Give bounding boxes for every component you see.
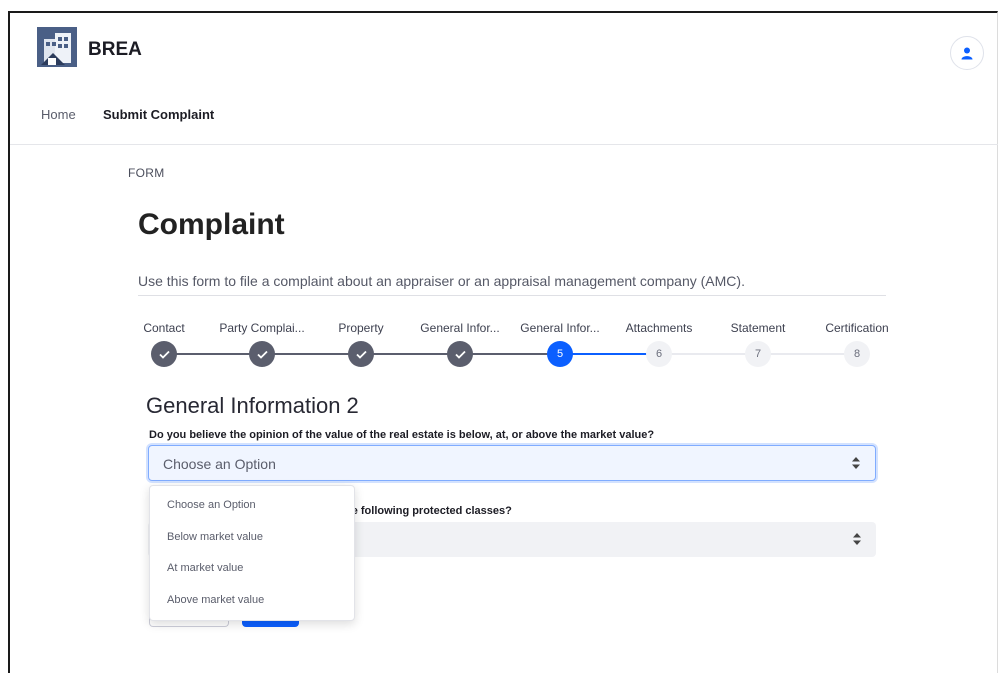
check-icon: [256, 350, 268, 359]
step-8-pending[interactable]: 8: [844, 341, 870, 367]
market-value-select[interactable]: Choose an Option: [148, 445, 876, 481]
nav-submit-complaint-link[interactable]: Submit Complaint: [103, 107, 214, 122]
progress-stepper: Contact Party Complai... Property Genera…: [10, 313, 1000, 383]
stepper-track-active: [560, 353, 659, 355]
market-value-dropdown-menu: Choose an Option Below market value At m…: [149, 485, 355, 621]
check-icon: [355, 350, 367, 359]
step-label-contact: Contact: [143, 321, 185, 335]
step-3-completed[interactable]: [348, 341, 374, 367]
nav-home-link[interactable]: Home: [41, 107, 76, 122]
step-4-completed[interactable]: [447, 341, 473, 367]
sort-arrows-icon: [853, 533, 861, 545]
step-label-certification: Certification: [825, 321, 889, 335]
sort-arrows-icon: [852, 457, 860, 469]
user-menu-button[interactable]: [950, 36, 984, 70]
user-icon: [961, 47, 973, 59]
form-description: Use this form to file a complaint about …: [138, 273, 745, 289]
option-at-market-value[interactable]: At market value: [167, 562, 243, 574]
check-icon: [454, 350, 466, 359]
form-eyebrow-label: FORM: [128, 166, 165, 180]
app-window: BREA Home Submit Complaint FORM Complain…: [8, 11, 998, 673]
option-above-market-value[interactable]: Above market value: [167, 594, 264, 606]
market-value-question-label: Do you believe the opinion of the value …: [149, 429, 655, 441]
step-label-attachments: Attachments: [625, 321, 693, 335]
step-5-current[interactable]: 5: [547, 341, 573, 367]
step-1-completed[interactable]: [151, 341, 177, 367]
step-label-property: Property: [338, 321, 384, 335]
option-choose-an-option[interactable]: Choose an Option: [167, 499, 256, 511]
nav-divider: [10, 144, 998, 145]
option-below-market-value[interactable]: Below market value: [167, 531, 263, 543]
brand-name[interactable]: BREA: [88, 39, 142, 61]
step-label-statement: Statement: [730, 321, 786, 335]
page-title: Complaint: [138, 208, 285, 241]
brea-logo: [37, 27, 77, 67]
step-6-pending[interactable]: 6: [646, 341, 672, 367]
step-7-pending[interactable]: 7: [745, 341, 771, 367]
step-label-general-info-1: General Infor...: [420, 321, 500, 335]
step-label-general-info-2: General Infor...: [520, 321, 600, 335]
check-icon: [158, 350, 170, 359]
market-value-select-value: Choose an Option: [163, 456, 276, 472]
step-2-completed[interactable]: [249, 341, 275, 367]
section-title: General Information 2: [146, 393, 359, 418]
step-label-party-complaint: Party Complai...: [219, 321, 305, 335]
description-divider: [138, 295, 886, 296]
protected-classes-question-label: he following protected classes?: [345, 505, 512, 517]
